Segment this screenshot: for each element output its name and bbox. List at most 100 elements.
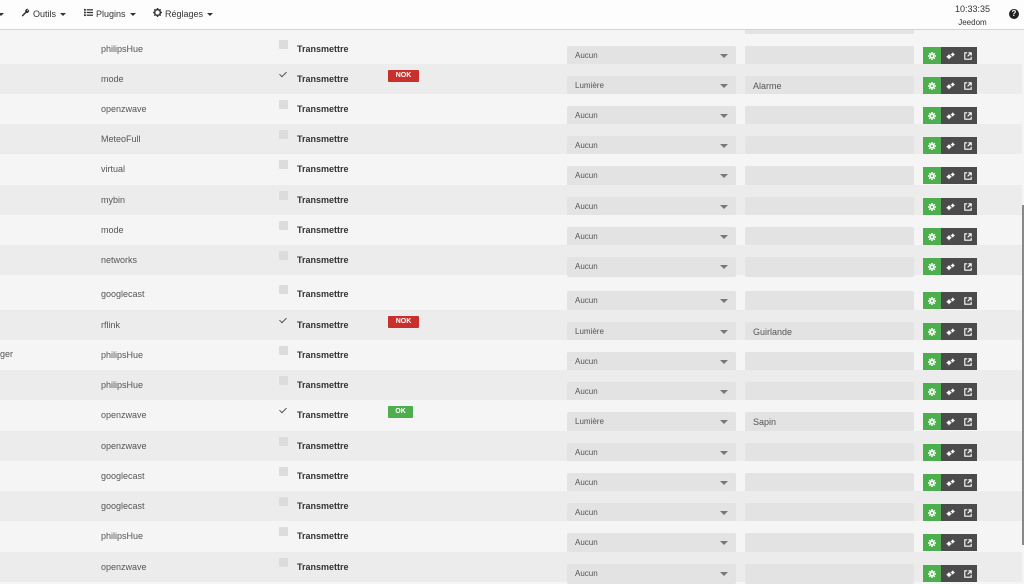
configure-button[interactable] bbox=[923, 323, 941, 340]
transmit-checkbox[interactable] bbox=[279, 160, 288, 169]
configure-button[interactable] bbox=[923, 107, 941, 124]
configure-button[interactable] bbox=[923, 77, 941, 94]
transmit-checkbox[interactable] bbox=[279, 191, 288, 200]
value-field[interactable] bbox=[745, 197, 914, 217]
transmit-checkbox[interactable] bbox=[279, 497, 288, 506]
configure-button[interactable] bbox=[923, 47, 941, 64]
transmit-checkbox[interactable] bbox=[279, 100, 288, 109]
type-select[interactable]: Aucun bbox=[567, 166, 736, 186]
configure-button[interactable] bbox=[923, 198, 941, 215]
configure-button[interactable] bbox=[923, 137, 941, 154]
type-select[interactable]: Aucun bbox=[567, 136, 736, 156]
question-circle-icon[interactable]: ? bbox=[1009, 9, 1019, 19]
open-external-button[interactable] bbox=[959, 323, 977, 340]
advanced-config-button[interactable] bbox=[941, 107, 959, 124]
value-field[interactable] bbox=[745, 136, 914, 156]
open-external-button[interactable] bbox=[959, 258, 977, 275]
type-select[interactable]: Aucun bbox=[567, 291, 736, 311]
open-external-button[interactable] bbox=[959, 444, 977, 461]
open-external-button[interactable] bbox=[959, 228, 977, 245]
open-external-button[interactable] bbox=[959, 474, 977, 491]
transmit-checkbox[interactable] bbox=[279, 376, 288, 385]
open-external-button[interactable] bbox=[959, 137, 977, 154]
transmit-checkbox[interactable] bbox=[279, 70, 288, 79]
type-select[interactable]: Aucun bbox=[567, 473, 736, 493]
open-external-button[interactable] bbox=[959, 198, 977, 215]
value-field[interactable] bbox=[745, 443, 914, 463]
transmit-checkbox[interactable] bbox=[279, 558, 288, 567]
configure-button[interactable] bbox=[923, 292, 941, 309]
value-field[interactable]: Alarme bbox=[745, 76, 914, 96]
type-select[interactable]: Lumière bbox=[567, 322, 736, 342]
value-field[interactable] bbox=[745, 291, 914, 311]
transmit-checkbox[interactable] bbox=[279, 406, 288, 415]
open-external-button[interactable] bbox=[959, 413, 977, 430]
type-select[interactable]: Aucun bbox=[567, 503, 736, 523]
type-select[interactable]: Aucun bbox=[567, 352, 736, 372]
value-field[interactable] bbox=[745, 106, 914, 126]
type-select[interactable]: Aucun bbox=[567, 564, 736, 584]
type-select[interactable]: Aucun bbox=[567, 106, 736, 126]
advanced-config-button[interactable] bbox=[941, 474, 959, 491]
value-field[interactable] bbox=[745, 257, 914, 277]
advanced-config-button[interactable] bbox=[941, 504, 959, 521]
advanced-config-button[interactable] bbox=[941, 444, 959, 461]
value-field[interactable] bbox=[745, 503, 914, 523]
advanced-config-button[interactable] bbox=[941, 565, 959, 582]
value-field[interactable] bbox=[745, 46, 914, 66]
value-field[interactable] bbox=[745, 352, 914, 372]
transmit-checkbox[interactable] bbox=[279, 316, 288, 325]
open-external-button[interactable] bbox=[959, 292, 977, 309]
value-field[interactable] bbox=[745, 166, 914, 186]
advanced-config-button[interactable] bbox=[941, 353, 959, 370]
advanced-config-button[interactable] bbox=[941, 198, 959, 215]
open-external-button[interactable] bbox=[959, 167, 977, 184]
type-select[interactable]: Aucun bbox=[567, 382, 736, 402]
open-external-button[interactable] bbox=[959, 47, 977, 64]
transmit-checkbox[interactable] bbox=[279, 437, 288, 446]
open-external-button[interactable] bbox=[959, 77, 977, 94]
value-field[interactable]: Sapin bbox=[745, 412, 914, 432]
advanced-config-button[interactable] bbox=[941, 413, 959, 430]
advanced-config-button[interactable] bbox=[941, 47, 959, 64]
advanced-config-button[interactable] bbox=[941, 292, 959, 309]
type-select[interactable]: Aucun bbox=[567, 46, 736, 66]
open-external-button[interactable] bbox=[959, 107, 977, 124]
open-external-button[interactable] bbox=[959, 504, 977, 521]
configure-button[interactable] bbox=[923, 353, 941, 370]
open-external-button[interactable] bbox=[959, 383, 977, 400]
type-select[interactable]: Lumière bbox=[567, 76, 736, 96]
menu-plugins[interactable]: Plugins bbox=[83, 8, 136, 19]
configure-button[interactable] bbox=[923, 534, 941, 551]
configure-button[interactable] bbox=[923, 167, 941, 184]
configure-button[interactable] bbox=[923, 565, 941, 582]
configure-button[interactable] bbox=[923, 413, 941, 430]
configure-button[interactable] bbox=[923, 504, 941, 521]
advanced-config-button[interactable] bbox=[941, 77, 959, 94]
transmit-checkbox[interactable] bbox=[279, 346, 288, 355]
type-select[interactable]: Aucun bbox=[567, 227, 736, 247]
menu-reglages[interactable]: Réglages bbox=[152, 8, 214, 19]
transmit-checkbox[interactable] bbox=[279, 130, 288, 139]
advanced-config-button[interactable] bbox=[941, 534, 959, 551]
value-field[interactable]: Guirlande bbox=[745, 322, 914, 342]
transmit-checkbox[interactable] bbox=[279, 251, 288, 260]
transmit-checkbox[interactable] bbox=[279, 40, 288, 49]
transmit-checkbox[interactable] bbox=[279, 467, 288, 476]
type-select[interactable]: Lumière bbox=[567, 412, 736, 432]
transmit-checkbox[interactable] bbox=[279, 285, 288, 294]
value-field[interactable] bbox=[745, 382, 914, 402]
menu-outils[interactable]: Outils bbox=[20, 8, 67, 19]
advanced-config-button[interactable] bbox=[941, 137, 959, 154]
configure-button[interactable] bbox=[923, 474, 941, 491]
open-external-button[interactable] bbox=[959, 353, 977, 370]
configure-button[interactable] bbox=[923, 383, 941, 400]
value-field[interactable] bbox=[745, 564, 914, 584]
advanced-config-button[interactable] bbox=[941, 167, 959, 184]
caret-icon[interactable] bbox=[0, 13, 4, 16]
type-select[interactable]: Aucun bbox=[567, 443, 736, 463]
transmit-checkbox[interactable] bbox=[279, 221, 288, 230]
advanced-config-button[interactable] bbox=[941, 383, 959, 400]
type-select[interactable]: Aucun bbox=[567, 197, 736, 217]
configure-button[interactable] bbox=[923, 258, 941, 275]
